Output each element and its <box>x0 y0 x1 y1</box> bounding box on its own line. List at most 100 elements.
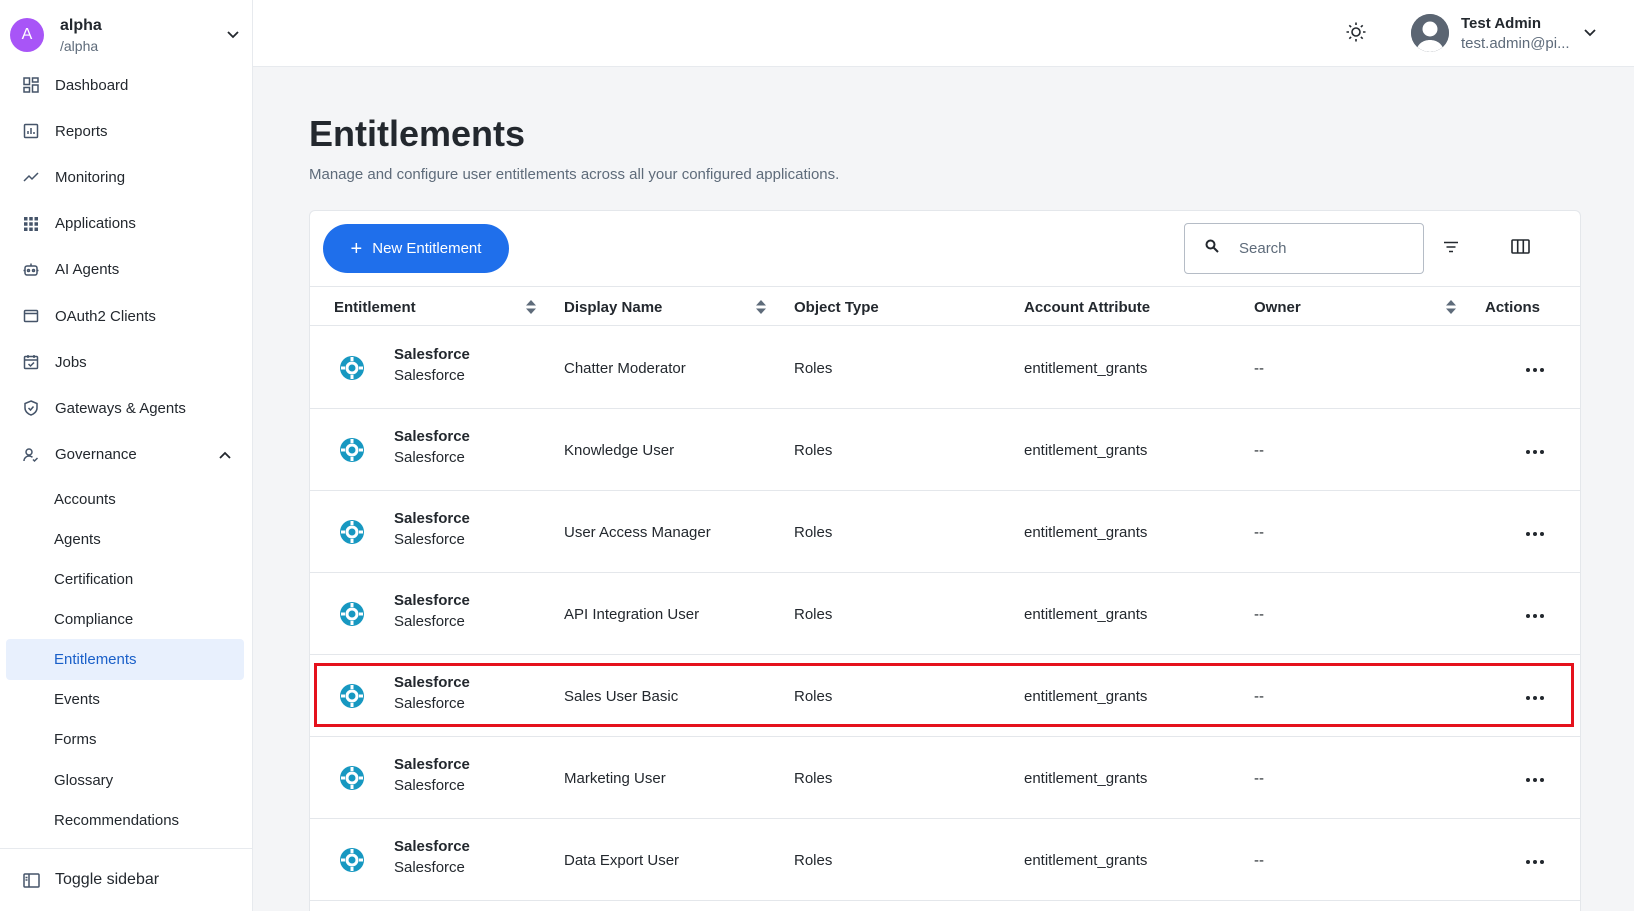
sort-icon[interactable] <box>525 299 537 315</box>
nav-item-jobs[interactable]: Jobs <box>0 339 253 385</box>
sidebar-item-forms[interactable]: Forms <box>6 719 244 760</box>
salesforce-icon <box>338 846 366 874</box>
realm-avatar: A <box>10 18 44 52</box>
entitlement-app-subtitle: Salesforce <box>394 449 465 466</box>
sidebar-item-recommendations[interactable]: Recommendations <box>6 800 244 841</box>
row-actions-button[interactable] <box>1520 354 1550 382</box>
display-name-cell: API Integration User <box>564 605 700 623</box>
nav-item-governance[interactable]: Governance <box>0 432 253 478</box>
account-attribute-cell: entitlement_grants <box>1024 359 1148 377</box>
sun-icon <box>1345 21 1367 48</box>
display-name-cell: Chatter Moderator <box>564 359 686 377</box>
realm-info: alpha /alpha <box>60 17 223 54</box>
salesforce-icon <box>338 518 366 546</box>
column-header-actions: Actions <box>1485 298 1541 316</box>
nav-label: Reports <box>55 122 108 140</box>
row-actions-button[interactable] <box>1520 764 1550 792</box>
top-bar: Test Admin test.admin@pi... <box>253 0 1634 67</box>
owner-cell: -- <box>1254 769 1264 787</box>
sidebar-item-certification[interactable]: Certification <box>6 559 244 600</box>
theme-toggle-button[interactable] <box>1339 17 1373 51</box>
more-horizontal-icon <box>1526 523 1544 541</box>
nav-label: Monitoring <box>55 168 126 186</box>
nav-item-dashboard[interactable]: Dashboard <box>0 62 253 108</box>
columns-button[interactable] <box>1506 235 1534 263</box>
table-row[interactable]: Salesforce Salesforce Chatter Moderator … <box>310 327 1580 409</box>
entitlement-app-name: Salesforce <box>394 428 470 445</box>
entitlement-app-subtitle: Salesforce <box>394 531 465 548</box>
row-actions-button[interactable] <box>1520 846 1550 874</box>
object-type-cell: Roles <box>794 605 833 623</box>
nav-item-oauth2-clients[interactable]: OAuth2 Clients <box>0 293 253 339</box>
table-row[interactable]: Salesforce Salesforce Data Export User R… <box>310 819 1580 901</box>
object-type-cell: Roles <box>794 851 833 869</box>
table-row[interactable]: Salesforce Salesforce API Integration Us… <box>310 573 1580 655</box>
table-row[interactable]: Salesforce Salesforce Sales User Basic R… <box>310 655 1580 737</box>
object-type-cell: Roles <box>794 359 833 377</box>
column-header-account-attribute: Account Attribute <box>1024 298 1151 316</box>
row-actions-button[interactable] <box>1520 600 1550 628</box>
row-actions-button[interactable] <box>1520 518 1550 546</box>
realm-path: /alpha <box>60 37 99 54</box>
toggle-sidebar-button[interactable]: Toggle sidebar <box>0 848 253 911</box>
page-title: Entitlements <box>309 113 526 154</box>
apps-grid-icon <box>22 215 40 233</box>
sort-icon[interactable] <box>1445 299 1457 315</box>
nav-item-gateways-agents[interactable]: Gateways & Agents <box>0 385 253 431</box>
user-menu[interactable]: Test Admin test.admin@pi... <box>1411 8 1621 58</box>
account-attribute-cell: entitlement_grants <box>1024 769 1148 787</box>
salesforce-icon <box>338 764 366 792</box>
more-horizontal-icon <box>1526 605 1544 623</box>
display-name-cell: Data Export User <box>564 851 680 869</box>
sidebar-panel-icon <box>22 871 40 889</box>
main-nav: Dashboard Reports Monitoring Application… <box>0 62 253 478</box>
page-subtitle: Manage and configure user entitlements a… <box>309 166 840 183</box>
salesforce-icon <box>338 600 366 628</box>
table-row[interactable]: Salesforce Salesforce Knowledge User Rol… <box>310 409 1580 491</box>
account-attribute-cell: entitlement_grants <box>1024 851 1148 869</box>
sidebar-item-glossary[interactable]: Glossary <box>6 760 244 801</box>
column-header-display-name: Display Name <box>564 298 663 316</box>
sidebar-item-compliance[interactable]: Compliance <box>6 599 244 640</box>
window-icon <box>22 307 40 325</box>
account-attribute-cell: entitlement_grants <box>1024 605 1148 623</box>
nav-item-applications[interactable]: Applications <box>0 201 253 247</box>
chevron-down-icon <box>1583 24 1596 42</box>
sidebar-item-entitlements[interactable]: Entitlements <box>6 639 244 680</box>
table-row[interactable]: Salesforce Salesforce User Access Manage… <box>310 491 1580 573</box>
display-name-cell: Marketing User <box>564 769 666 787</box>
nav-item-reports[interactable]: Reports <box>0 108 253 154</box>
nav-label: Jobs <box>55 353 87 371</box>
filter-icon <box>1443 240 1459 258</box>
entitlement-app-name: Salesforce <box>394 674 470 691</box>
column-header-object-type: Object Type <box>794 298 879 316</box>
filter-button[interactable] <box>1437 235 1465 263</box>
owner-cell: -- <box>1254 851 1264 869</box>
nav-label: OAuth2 Clients <box>55 307 156 325</box>
shield-check-icon <box>22 399 40 417</box>
entitlement-app-subtitle: Salesforce <box>394 367 465 384</box>
account-attribute-cell: entitlement_grants <box>1024 687 1148 705</box>
salesforce-icon <box>338 436 366 464</box>
nav-item-monitoring[interactable]: Monitoring <box>0 154 253 200</box>
robot-icon <box>22 261 40 279</box>
realm-switcher[interactable]: A alpha /alpha <box>10 12 243 58</box>
entitlement-app-name: Salesforce <box>394 838 470 855</box>
nav-item-ai-agents[interactable]: AI Agents <box>0 247 253 293</box>
search-box[interactable] <box>1184 223 1424 274</box>
search-icon <box>1205 239 1219 258</box>
table-row[interactable]: Salesforce Salesforce Marketing User Rol… <box>310 737 1580 819</box>
user-name: Test Admin <box>1461 14 1542 32</box>
sidebar-item-agents[interactable]: Agents <box>6 519 244 560</box>
sidebar-item-accounts[interactable]: Accounts <box>6 479 244 520</box>
nav-label: Applications <box>55 215 136 233</box>
row-actions-button[interactable] <box>1520 682 1550 710</box>
chevron-up-icon <box>219 446 231 464</box>
search-input[interactable] <box>1239 240 1399 257</box>
row-actions-button[interactable] <box>1520 436 1550 464</box>
sidebar-item-events[interactable]: Events <box>6 679 244 720</box>
new-entitlement-button[interactable]: + New Entitlement <box>323 224 509 273</box>
sort-icon[interactable] <box>755 299 767 315</box>
object-type-cell: Roles <box>794 441 833 459</box>
user-info: Test Admin test.admin@pi... <box>1461 15 1570 52</box>
